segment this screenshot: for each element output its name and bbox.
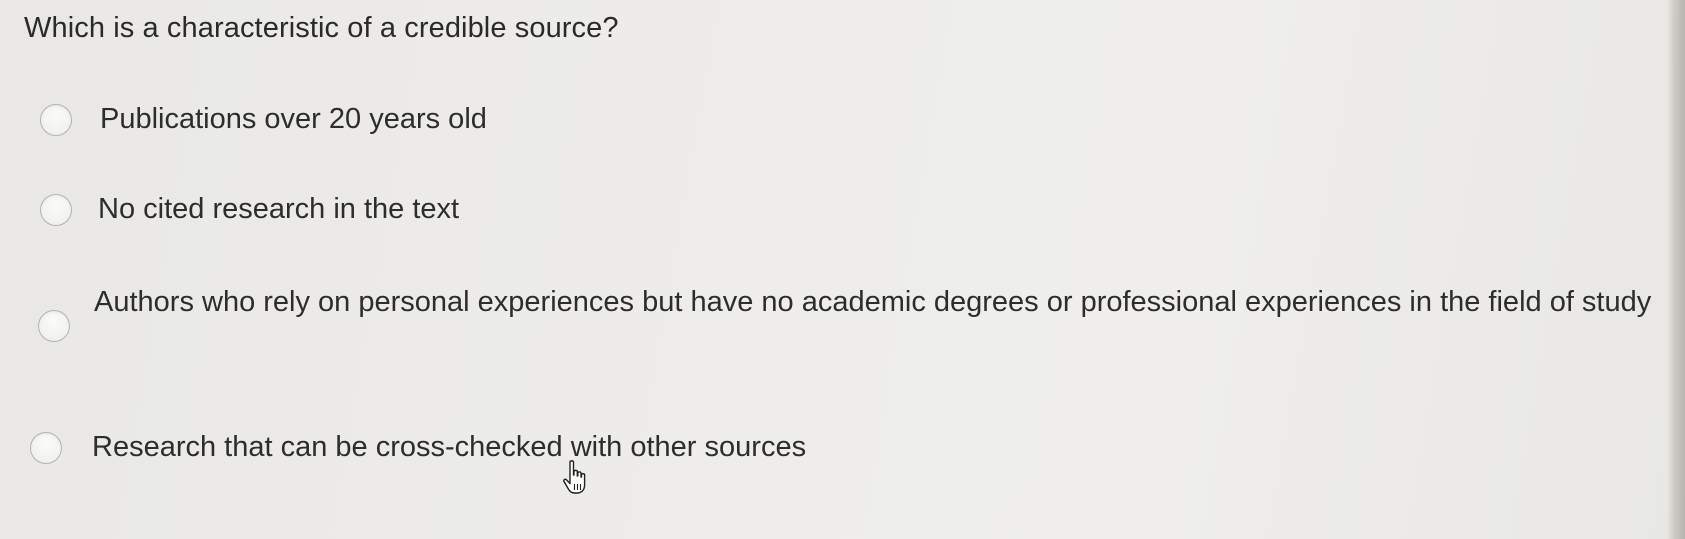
option-3[interactable]: Authors who rely on personal experiences…	[38, 282, 1651, 378]
option-1[interactable]: Publications over 20 years old	[40, 96, 600, 144]
option-2[interactable]: No cited research in the text	[40, 189, 560, 237]
radio-button-icon[interactable]	[30, 432, 62, 464]
radio-button-icon[interactable]	[40, 194, 72, 226]
question-text: Which is a characteristic of a credible …	[24, 12, 619, 44]
option-1-label: Publications over 20 years old	[100, 103, 487, 135]
radio-button-icon[interactable]	[38, 310, 70, 342]
option-2-label: No cited research in the text	[98, 193, 460, 225]
hand-pointer-cursor-icon	[563, 460, 586, 494]
option-4-label: Research that can be cross-checked with …	[92, 431, 807, 463]
option-4[interactable]: Research that can be cross-checked with …	[30, 422, 950, 470]
radio-button-icon[interactable]	[40, 104, 72, 136]
window-edge	[1667, 0, 1685, 539]
option-3-label: Authors who rely on personal experiences…	[94, 286, 1652, 318]
